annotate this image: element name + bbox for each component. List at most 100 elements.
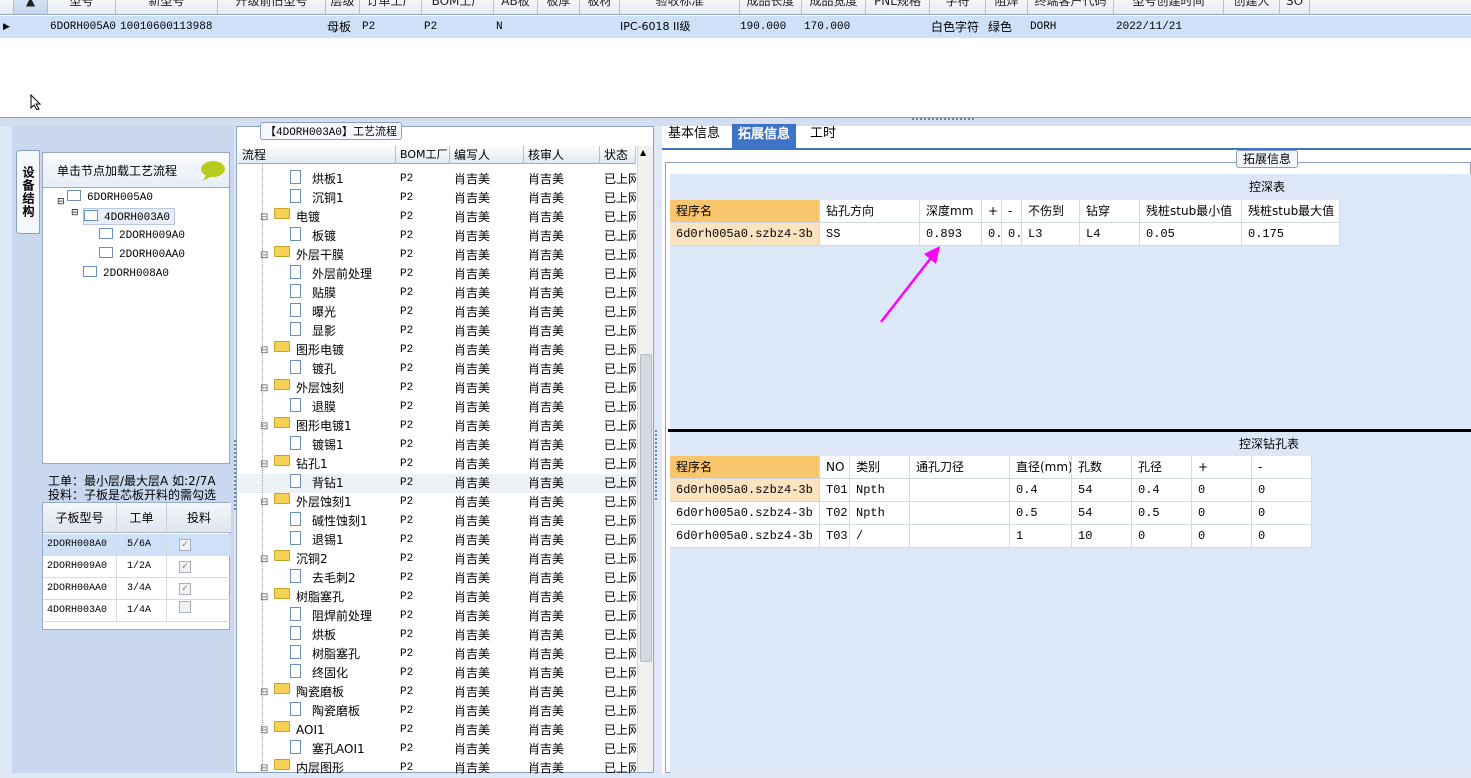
cell-standard[interactable]: IPC-6018 II级 (620, 16, 691, 38)
process-row[interactable]: 镀锡1 P2 肖吉美 肖吉美 已上网 (238, 436, 638, 455)
depth-col-header[interactable]: 钻孔方向 (820, 200, 920, 223)
feed-checkbox[interactable]: ✓ (179, 539, 191, 551)
scroll-up-icon[interactable]: ▲ (640, 148, 646, 157)
process-row[interactable]: 贴膜 P2 肖吉美 肖吉美 已上网 (238, 284, 638, 303)
drill-col-header[interactable]: 类别 (850, 456, 910, 479)
process-row[interactable]: ⊟ 内层图形 P2 肖吉美 肖吉美 已上网 (238, 759, 638, 778)
col-so[interactable]: SO (1280, 0, 1310, 15)
drill-cell[interactable]: 0.4 (1132, 479, 1192, 502)
scroll-thumb[interactable] (640, 354, 652, 662)
col-created[interactable]: 型号创建时间 (1114, 0, 1224, 15)
cell-new-model[interactable]: 10010600113988 (120, 16, 212, 38)
process-row[interactable]: ⊟ 外层蚀刻 P2 肖吉美 肖吉美 已上网 (238, 379, 638, 398)
col-bom-factory[interactable]: BOM工厂 (422, 0, 494, 15)
drill-cell[interactable]: 6d0rh005a0.szbz4-3b (670, 479, 820, 502)
collapse-toggle-icon[interactable]: ⊟ (57, 197, 65, 207)
depth-cell[interactable]: 6d0rh005a0.szbz4-3b (670, 223, 820, 246)
process-row[interactable]: 退膜 P2 肖吉美 肖吉美 已上网 (238, 398, 638, 417)
drill-col-header[interactable]: NO (820, 456, 850, 479)
tab-basic-info[interactable]: 基本信息 (662, 124, 726, 148)
depth-cell[interactable]: L3 (1022, 223, 1080, 246)
feed-checkbox[interactable] (179, 601, 191, 613)
cell-char[interactable]: 白色字符 (931, 16, 979, 38)
tree-node[interactable]: 2DORH009A0 (99, 227, 185, 244)
tree-node[interactable]: 2DORH00AA0 (99, 246, 185, 263)
col-status[interactable]: 状态 (600, 146, 636, 164)
process-row-selected[interactable]: 背钻1 P2 肖吉美 肖吉美 已上网 (238, 474, 638, 493)
process-row[interactable]: 陶瓷磨板 P2 肖吉美 肖吉美 已上网 (238, 702, 638, 721)
collapse-toggle-icon[interactable]: ⊟ (71, 208, 79, 218)
drill-cell[interactable]: 54 (1072, 502, 1132, 525)
drill-cell[interactable]: T03 (820, 525, 850, 548)
drill-col-header[interactable]: 程序名 (670, 456, 820, 479)
process-row[interactable]: 终固化 P2 肖吉美 肖吉美 已上网 (238, 664, 638, 683)
process-row[interactable]: ⊟ 钻孔1 P2 肖吉美 肖吉美 已上网 (238, 455, 638, 474)
drill-cell[interactable]: Npth (850, 502, 910, 525)
drill-cell[interactable]: 0 (1252, 479, 1312, 502)
drill-cell[interactable]: 0 (1132, 525, 1192, 548)
col-thickness[interactable]: 板厚 (538, 0, 580, 15)
col-customer[interactable]: 终端客户代码 (1028, 0, 1114, 15)
process-row[interactable]: 塞孔AOI1 P2 肖吉美 肖吉美 已上网 (238, 740, 638, 759)
col-material[interactable]: 板材 (580, 0, 620, 15)
process-row[interactable]: ⊟ 图形电镀 P2 肖吉美 肖吉美 已上网 (238, 341, 638, 360)
tree-node-root[interactable]: 6DORH005A0 (67, 189, 153, 206)
process-row[interactable]: 退锡1 P2 肖吉美 肖吉美 已上网 (238, 531, 638, 550)
depth-col-header[interactable]: 残桩stub最大值 (1242, 200, 1340, 223)
col-model[interactable]: 型号 (48, 0, 116, 15)
cell-customer[interactable]: DORH (1030, 16, 1056, 38)
depth-col-header[interactable]: 深度mm (920, 200, 982, 223)
drill-cell[interactable]: / (850, 525, 910, 548)
drill-col-header[interactable]: 通孔刀径 (910, 456, 1010, 479)
process-row[interactable]: 镀孔 P2 肖吉美 肖吉美 已上网 (238, 360, 638, 379)
table-row[interactable]: 2DORH008A0 (43, 534, 117, 556)
drill-col-header[interactable]: + (1192, 456, 1252, 479)
col-length[interactable]: 成品长度 (740, 0, 802, 15)
col-layer[interactable]: 层级 (326, 0, 360, 15)
drill-cell[interactable]: 0 (1192, 525, 1252, 548)
drill-cell[interactable] (910, 479, 1010, 502)
drill-cell[interactable]: 0.5 (1132, 502, 1192, 525)
col-pnl[interactable]: PNL规格 (866, 0, 930, 15)
table-row[interactable]: 4DORH003A0 (43, 600, 117, 622)
col-mask[interactable]: 阻焊 (986, 0, 1028, 15)
drill-cell[interactable]: Npth (850, 479, 910, 502)
cell-width[interactable]: 170.000 (804, 16, 850, 38)
process-row[interactable]: 显影 P2 肖吉美 肖吉美 已上网 (238, 322, 638, 341)
process-row[interactable]: 烘板 P2 肖吉美 肖吉美 已上网 (238, 626, 638, 645)
process-scrollbar[interactable]: ▲ (637, 146, 653, 772)
process-row[interactable]: ⊟ 外层干膜 P2 肖吉美 肖吉美 已上网 (238, 246, 638, 265)
process-row[interactable]: ⊟ AOI1 P2 肖吉美 肖吉美 已上网 (238, 721, 638, 740)
selected-row[interactable] (0, 16, 1471, 38)
col-char[interactable]: 字符 (930, 0, 986, 15)
drill-cell[interactable]: 1 (1010, 525, 1072, 548)
drill-cell[interactable]: 0 (1252, 502, 1312, 525)
tab-hours[interactable]: 工时 (804, 124, 842, 148)
col-sub-model[interactable]: 子板型号 (43, 503, 117, 533)
drill-cell[interactable]: 0.4 (1010, 479, 1072, 502)
sort-indicator[interactable]: ▲ (14, 0, 48, 15)
process-row[interactable]: 去毛刺2 P2 肖吉美 肖吉美 已上网 (238, 569, 638, 588)
col-writer[interactable]: 编写人 (450, 146, 524, 164)
cell-model[interactable]: 6DORH005A0 (50, 16, 116, 38)
drill-cell[interactable]: 0 (1192, 479, 1252, 502)
depth-col-header[interactable]: 程序名 (670, 200, 820, 223)
cell-layer[interactable]: 母板 (327, 16, 351, 38)
vertical-splitter[interactable] (655, 430, 658, 500)
drill-cell[interactable]: 0.5 (1010, 502, 1072, 525)
col-order-factory[interactable]: 订单工厂 (360, 0, 422, 15)
tab-device-structure[interactable]: 设备结构 (16, 150, 40, 234)
depth-col-header[interactable]: 钻穿 (1080, 200, 1140, 223)
tab-extended-info[interactable]: 拓展信息 (732, 124, 797, 148)
drill-cell[interactable]: 54 (1072, 479, 1132, 502)
depth-col-header[interactable]: - (1002, 200, 1022, 223)
drill-cell[interactable]: T01 (820, 479, 850, 502)
depth-cell[interactable]: 0. (982, 223, 1002, 246)
depth-cell[interactable]: 0. (1002, 223, 1022, 246)
drill-col-header[interactable]: 孔径 (1132, 456, 1192, 479)
process-row[interactable]: ⊟ 树脂塞孔 P2 肖吉美 肖吉美 已上网 (238, 588, 638, 607)
depth-cell[interactable]: L4 (1080, 223, 1140, 246)
process-row[interactable]: 碱性蚀刻1 P2 肖吉美 肖吉美 已上网 (238, 512, 638, 531)
depth-col-header[interactable]: 不伤到 (1022, 200, 1080, 223)
process-row[interactable]: 沉铜1 P2 肖吉美 肖吉美 已上网 (238, 189, 638, 208)
